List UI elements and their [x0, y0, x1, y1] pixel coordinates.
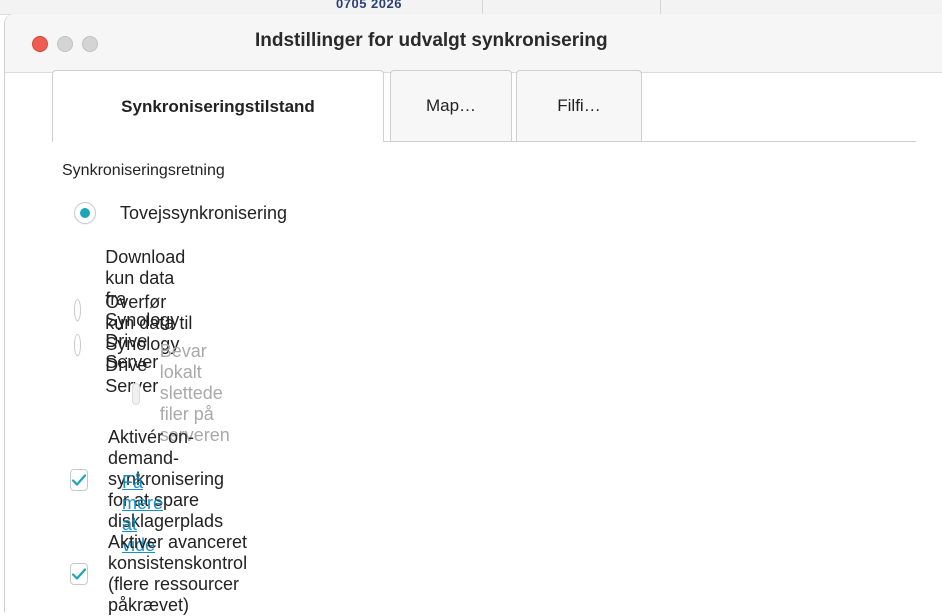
sync-direction-heading: Synkroniseringsretning [62, 162, 225, 179]
radio-button[interactable] [74, 333, 82, 356]
consistency-checkbox[interactable] [70, 563, 88, 585]
radio-two-way[interactable]: Tovejssynkronisering [74, 202, 287, 224]
background-app-strip: 0705 2026 [0, 0, 942, 15]
keep-deleted-checkbox [132, 382, 140, 405]
checkmark-icon [71, 473, 87, 486]
zoom-window-button[interactable] [82, 36, 98, 52]
tab-folders[interactable]: Map… [390, 70, 512, 141]
background-partial-text: 0705 2026 [336, 0, 402, 11]
consistency-checkbox-row[interactable]: Aktiver avanceret konsistenskontrol (fle… [70, 532, 251, 616]
minimize-window-button[interactable] [57, 36, 73, 52]
close-window-button[interactable] [32, 36, 48, 52]
on-demand-checkbox[interactable] [70, 468, 88, 491]
background-divider [660, 0, 661, 14]
tab-sync-mode[interactable]: Synkroniseringstilstand [52, 70, 384, 142]
checkmark-icon [71, 568, 87, 580]
window-title: Indstillinger for udvalgt synkronisering [255, 30, 608, 51]
checkbox-label: Aktiver avanceret konsistenskontrol (fle… [108, 532, 248, 615]
tab-file-filter[interactable]: Filfi… [516, 70, 642, 141]
title-bar: Indstillinger for udvalgt synkronisering [5, 14, 942, 73]
radio-label: Tovejssynkronisering [120, 202, 288, 223]
background-divider [482, 0, 483, 14]
radio-button-selected[interactable] [74, 202, 96, 224]
